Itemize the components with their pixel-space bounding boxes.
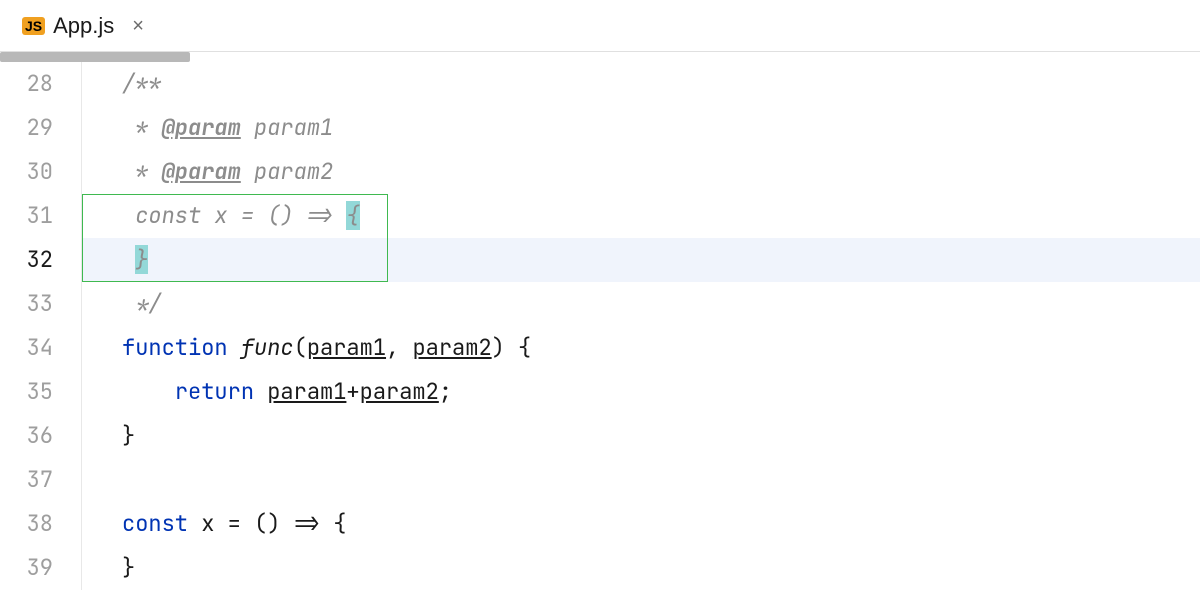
- code-text: x = () => {: [188, 509, 346, 538]
- param: param1: [307, 333, 386, 362]
- code-line-current[interactable]: }: [122, 238, 1200, 282]
- comma: ,: [386, 333, 412, 362]
- line-number: 31: [0, 194, 53, 238]
- js-file-icon: JS: [22, 17, 45, 35]
- tab-bar: JS App.js ×: [0, 0, 1200, 52]
- brace-open: {: [505, 333, 531, 362]
- comment-open: /**: [122, 69, 162, 98]
- comment-star: *: [122, 113, 162, 142]
- line-number: 30: [0, 150, 53, 194]
- jsdoc-param: param2: [241, 157, 333, 186]
- code-line[interactable]: * @param param2: [122, 150, 1200, 194]
- brace-close: }: [122, 553, 135, 582]
- brace-close: }: [122, 421, 135, 450]
- keyword: const: [122, 509, 188, 538]
- comment-close: */: [122, 289, 162, 318]
- scrollbar-thumb[interactable]: [0, 52, 190, 62]
- jsdoc-tag: @param: [162, 113, 241, 142]
- keyword: function: [122, 333, 228, 362]
- line-number: 35: [0, 370, 53, 414]
- jsdoc-param: param1: [241, 113, 333, 142]
- operator: +: [346, 377, 359, 406]
- inj-pad: [122, 245, 135, 274]
- code-line[interactable]: return param1+param2;: [122, 370, 1200, 414]
- code-line[interactable]: [122, 458, 1200, 502]
- line-number: 37: [0, 458, 53, 502]
- indent: [122, 377, 175, 406]
- keyword: return: [175, 377, 254, 406]
- close-icon[interactable]: ×: [132, 16, 144, 36]
- code-line[interactable]: const x = () => {: [122, 194, 1200, 238]
- code-line[interactable]: * @param param1: [122, 106, 1200, 150]
- comment-star: *: [122, 157, 162, 186]
- keyword: const: [135, 201, 201, 230]
- code-editor[interactable]: 282930313233343536373839 /** * @param pa…: [0, 62, 1200, 590]
- line-number: 39: [0, 546, 53, 590]
- space: [254, 377, 267, 406]
- paren-open: (: [294, 333, 307, 362]
- function-name: func: [241, 333, 294, 362]
- line-gutter: 282930313233343536373839: [0, 62, 82, 590]
- brace-close: }: [135, 245, 148, 274]
- code-text: x = () =>: [201, 201, 346, 230]
- line-number: 36: [0, 414, 53, 458]
- brace-open: {: [346, 201, 359, 230]
- jsdoc-tag: @param: [162, 157, 241, 186]
- line-number: 38: [0, 502, 53, 546]
- space: [228, 333, 241, 362]
- semicolon: ;: [439, 377, 452, 406]
- code-line[interactable]: }: [122, 546, 1200, 590]
- code-line[interactable]: const x = () => {: [122, 502, 1200, 546]
- code-line[interactable]: */: [122, 282, 1200, 326]
- paren-close: ): [492, 333, 505, 362]
- param: param1: [267, 377, 346, 406]
- file-tab[interactable]: JS App.js ×: [10, 7, 156, 45]
- line-number: 34: [0, 326, 53, 370]
- tab-title: App.js: [53, 13, 114, 39]
- horizontal-scrollbar[interactable]: [0, 52, 1200, 62]
- param: param2: [360, 377, 439, 406]
- code-area[interactable]: /** * @param param1 * @param param2 cons…: [82, 62, 1200, 590]
- inj-pad: [122, 201, 135, 230]
- code-line[interactable]: /**: [122, 62, 1200, 106]
- code-line[interactable]: function func(param1, param2) {: [122, 326, 1200, 370]
- code-line[interactable]: }: [122, 414, 1200, 458]
- line-number: 29: [0, 106, 53, 150]
- line-number: 32: [0, 238, 53, 282]
- line-number: 33: [0, 282, 53, 326]
- param: param2: [412, 333, 491, 362]
- line-number: 28: [0, 62, 53, 106]
- current-line-highlight: [82, 238, 1200, 282]
